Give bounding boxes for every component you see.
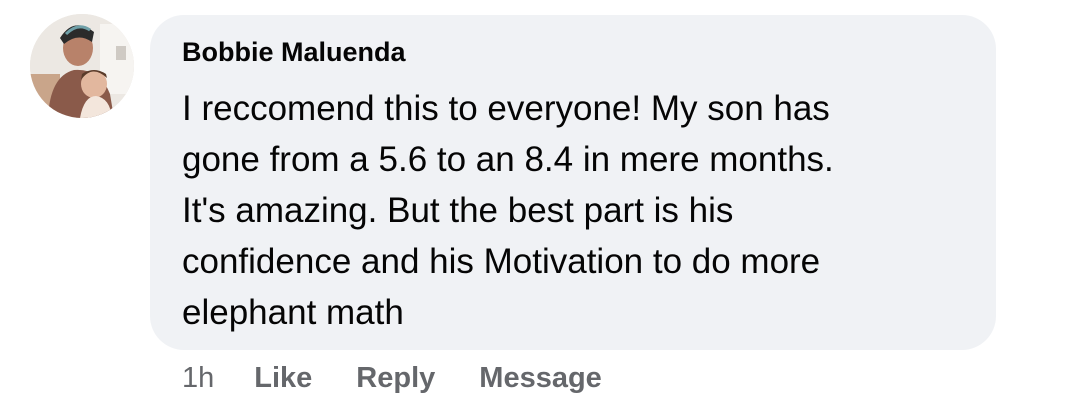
comment-text-line: elephant math — [182, 293, 404, 332]
comment-text: I reccomend this to everyone! My son has… — [182, 83, 982, 338]
comment: Bobbie Maluenda I reccomend this to ever… — [0, 0, 1068, 409]
reply-button[interactable]: Reply — [356, 362, 435, 395]
comment-bubble: Bobbie Maluenda I reccomend this to ever… — [150, 15, 996, 350]
author-name[interactable]: Bobbie Maluenda — [182, 37, 406, 68]
comment-actions: 1h Like Reply Message — [182, 358, 646, 398]
avatar[interactable] — [30, 14, 134, 118]
like-button[interactable]: Like — [254, 362, 312, 395]
comment-text-line: I reccomend this to everyone! My son has — [182, 89, 830, 128]
timestamp[interactable]: 1h — [182, 362, 214, 395]
message-button[interactable]: Message — [479, 362, 602, 395]
comment-text-line: confidence and his Motivation to do more — [182, 242, 821, 281]
comment-text-line: It's amazing. But the best part is his — [182, 191, 734, 230]
comment-text-line: gone from a 5.6 to an 8.4 in mere months… — [182, 140, 834, 179]
avatar-photo — [30, 14, 134, 118]
